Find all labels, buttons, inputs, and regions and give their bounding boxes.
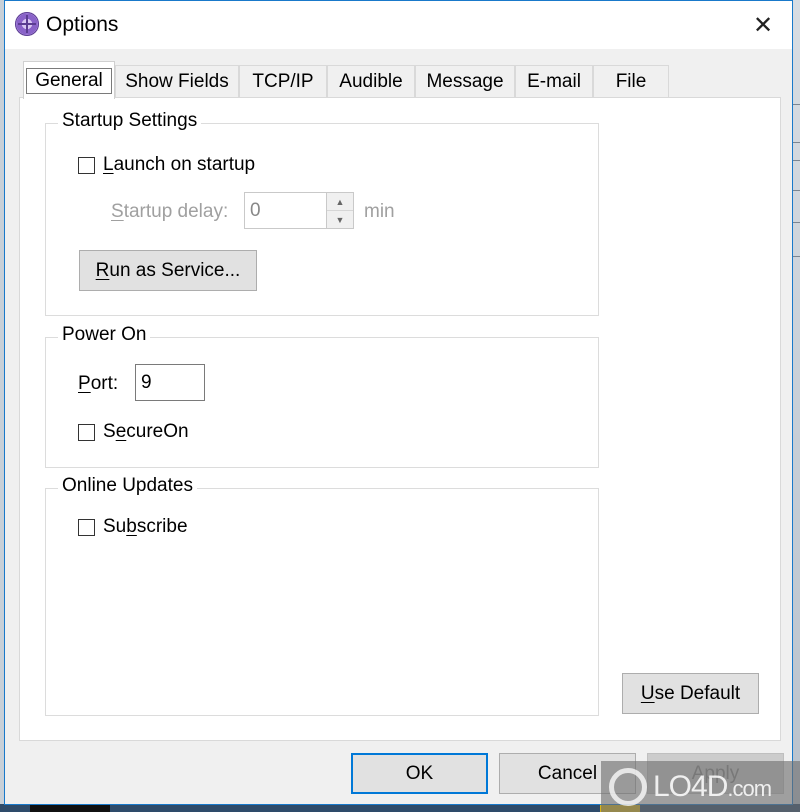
tab-show-fields[interactable]: Show Fields	[115, 65, 239, 98]
port-label: Port:	[78, 373, 119, 394]
cancel-button[interactable]: Cancel	[499, 753, 636, 794]
secure-on-label: SecureOn	[103, 421, 189, 442]
use-default-button[interactable]: Use Default	[622, 673, 759, 714]
startup-settings-title: Startup Settings	[58, 110, 202, 132]
subscribe-checkbox[interactable]: Subscribe	[78, 516, 188, 538]
checkbox-box[interactable]	[78, 156, 95, 174]
title-bar[interactable]: Options ✕	[5, 1, 792, 49]
tab-message[interactable]: Message	[415, 65, 515, 98]
startup-delay-label: Startup delay:	[111, 201, 229, 222]
spin-down-icon[interactable]: ▼	[327, 211, 353, 228]
checkbox-box[interactable]	[78, 423, 95, 441]
app-crosshair-icon	[15, 12, 39, 36]
tab-email[interactable]: E-mail	[515, 65, 593, 98]
close-button[interactable]: ✕	[734, 1, 792, 49]
options-dialog: Options ✕ General Show Fields TCP/IP Aud…	[4, 0, 793, 805]
launch-on-startup-checkbox[interactable]: Launch on startup	[78, 154, 255, 176]
tab-tcp-ip[interactable]: TCP/IP	[239, 65, 327, 98]
spin-up-icon[interactable]: ▲	[327, 193, 353, 211]
tab-file[interactable]: File	[593, 65, 669, 98]
startup-delay-input[interactable]	[245, 193, 326, 228]
background-desktop-right	[793, 0, 800, 812]
window-title: Options	[46, 13, 119, 36]
startup-delay-unit: min	[364, 201, 395, 222]
startup-delay-spinner[interactable]: ▲ ▼	[244, 192, 354, 229]
subscribe-label: Subscribe	[103, 516, 188, 537]
power-on-title: Power On	[58, 324, 151, 346]
launch-on-startup-label: Launch on startup	[103, 154, 256, 175]
power-on-group: Power On Port: SecureOn	[45, 324, 599, 468]
tab-audible[interactable]: Audible	[327, 65, 415, 98]
ok-button[interactable]: OK	[351, 753, 488, 794]
close-icon: ✕	[752, 11, 774, 39]
run-as-service-button[interactable]: Run as Service...	[79, 250, 257, 291]
tab-panel-general: Startup Settings Launch on startup Start…	[19, 97, 781, 741]
secure-on-checkbox[interactable]: SecureOn	[78, 421, 189, 443]
checkbox-box[interactable]	[78, 518, 95, 536]
port-input[interactable]	[135, 364, 205, 401]
background-desktop-bottom	[0, 804, 800, 812]
spinner-arrows[interactable]: ▲ ▼	[326, 193, 353, 228]
apply-button[interactable]: Apply	[647, 753, 784, 794]
startup-settings-group: Startup Settings Launch on startup Start…	[45, 110, 599, 316]
tab-general[interactable]: General	[23, 61, 115, 99]
online-updates-title: Online Updates	[58, 475, 197, 497]
online-updates-group: Online Updates Subscribe	[45, 475, 599, 716]
